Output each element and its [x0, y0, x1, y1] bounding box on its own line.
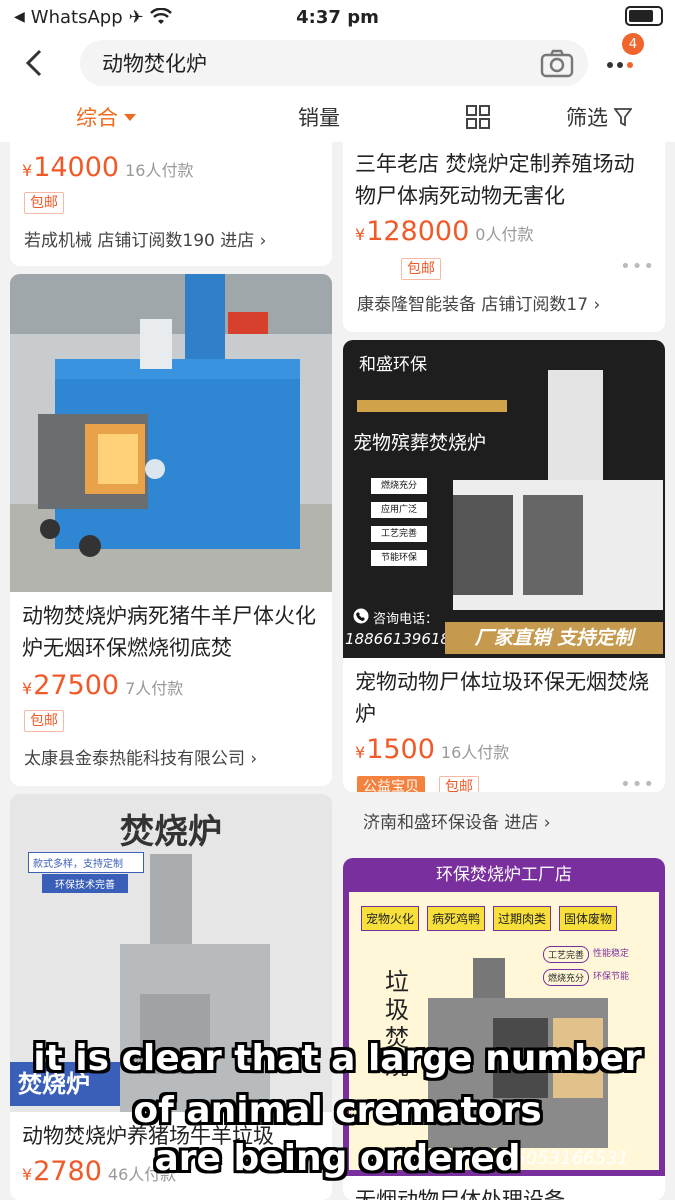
- free-shipping-tag: 包邮: [439, 776, 479, 792]
- product-title: 无烟动物尸体处理设备: [355, 1188, 565, 1200]
- sort-sales-label: 销量: [298, 106, 340, 130]
- sort-sales[interactable]: 销量: [298, 102, 340, 132]
- search-query: 动物焚化炉: [102, 52, 207, 76]
- more-options-icon[interactable]: •••: [620, 774, 655, 792]
- search-header: 动物焚化炉 4: [0, 33, 675, 92]
- free-shipping-tag: 包邮: [24, 710, 64, 732]
- video-caption-line: of animal cremators: [133, 1090, 542, 1131]
- incinerator-photo: [10, 274, 332, 592]
- sort-bar: 综合 销量 筛选: [0, 92, 675, 142]
- filter-button[interactable]: 筛选: [566, 102, 632, 132]
- product-card[interactable]: 和盛环保 宠物殡葬焚烧炉 燃烧充分 应用广泛 工艺完善 节能环保 咨询电话： 1…: [343, 340, 665, 792]
- filter-funnel-icon: [614, 108, 632, 127]
- chevron-left-icon: [25, 49, 42, 77]
- clock: 4:37 pm: [296, 6, 379, 28]
- sort-comprehensive[interactable]: 综合: [76, 102, 136, 132]
- video-caption-line: it is clear that a large number: [33, 1038, 642, 1079]
- product-card[interactable]: ¥14000 16人付款 包邮 若成机械 店铺订阅数190 进店 ›: [10, 142, 332, 266]
- shop-link[interactable]: 济南和盛环保设备 进店 ›: [363, 808, 551, 833]
- price: ¥1500 16人付款: [355, 734, 510, 765]
- sort-comprehensive-label: 综合: [76, 106, 118, 130]
- image-phone-label: 咨询电话：: [373, 612, 439, 627]
- price: ¥128000 0人付款: [355, 216, 534, 247]
- image-slogan: 厂家直销 支持定制: [445, 622, 663, 654]
- more-menu-button[interactable]: 4: [600, 33, 644, 83]
- battery-icon: [625, 6, 663, 26]
- search-input[interactable]: 动物焚化炉: [80, 40, 588, 86]
- layout-toggle[interactable]: [465, 104, 491, 130]
- more-options-icon[interactable]: •••: [620, 256, 655, 277]
- filter-label: 筛选: [566, 106, 608, 130]
- charity-tag: 公益宝贝: [357, 776, 425, 792]
- back-button[interactable]: [14, 43, 54, 83]
- product-title: 三年老店 焚烧炉定制养殖场动物尸体病死动物无害化: [355, 152, 635, 208]
- price: ¥14000 16人付款: [22, 152, 194, 183]
- status-bar: ◀ WhatsApp ✈ 4:37 pm: [0, 0, 675, 34]
- product-card[interactable]: 动物焚烧炉病死猪牛羊尸体火化炉无烟环保燃烧彻底焚 ¥27500 7人付款 包邮 太…: [10, 274, 332, 786]
- phone-icon: [353, 608, 369, 624]
- caret-down-icon: [124, 113, 136, 121]
- product-image[interactable]: 和盛环保 宠物殡葬焚烧炉 燃烧充分 应用广泛 工艺完善 节能环保 咨询电话： 1…: [343, 340, 665, 658]
- shop-link[interactable]: 太康县金泰热能科技有限公司 ›: [24, 744, 257, 769]
- product-image[interactable]: [10, 274, 332, 592]
- product-card[interactable]: 三年老店 焚烧炉定制养殖场动物尸体病死动物无害化 ¥128000 0人付款 包邮 …: [343, 142, 665, 332]
- free-shipping-tag: 包邮: [401, 258, 441, 280]
- shop-link[interactable]: 康泰隆智能装备 店铺订阅数17 ›: [357, 290, 600, 315]
- free-shipping-tag: 包邮: [24, 192, 64, 214]
- camera-icon[interactable]: [540, 48, 574, 78]
- video-caption-line: are being ordered: [154, 1138, 521, 1179]
- price: ¥27500 7人付款: [22, 670, 184, 701]
- shop-link[interactable]: 若成机械 店铺订阅数190 进店 ›: [24, 226, 266, 251]
- product-title: 宠物动物尸体垃圾环保无烟焚烧炉: [355, 670, 649, 726]
- grid-view-icon: [466, 105, 490, 129]
- product-title: 动物焚烧炉病死猪牛羊尸体火化炉无烟环保燃烧彻底焚: [22, 604, 316, 660]
- notification-badge: 4: [622, 33, 644, 55]
- image-phone: 18866139618: [345, 630, 450, 648]
